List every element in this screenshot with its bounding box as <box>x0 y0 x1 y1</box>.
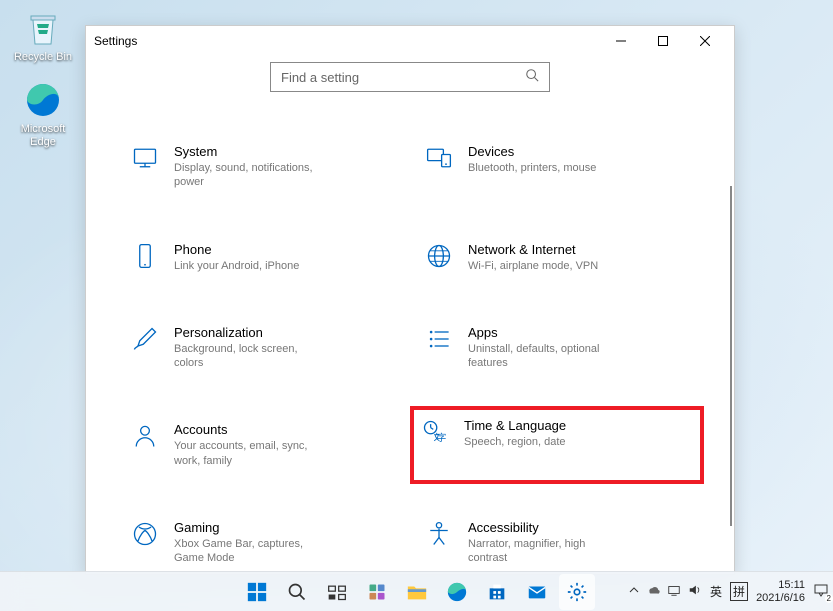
search-input[interactable] <box>281 70 525 85</box>
category-title: System <box>174 144 396 159</box>
category-accounts[interactable]: Accounts Your accounts, email, sync, work… <box>126 418 400 472</box>
category-description: Background, lock screen, colors <box>174 342 324 371</box>
category-title: Network & Internet <box>468 242 690 257</box>
category-description: Speech, region, date <box>464 435 614 449</box>
category-phone[interactable]: Phone Link your Android, iPhone <box>126 238 400 277</box>
timelang-icon: 字 <box>420 418 450 448</box>
start-button[interactable] <box>239 574 275 610</box>
svg-text:字: 字 <box>437 432 447 444</box>
accessibility-icon <box>424 520 454 550</box>
monitor-icon <box>130 144 160 174</box>
person-icon <box>130 422 160 452</box>
search-button[interactable] <box>279 574 315 610</box>
category-title: Time & Language <box>464 418 694 433</box>
close-button[interactable] <box>684 26 726 56</box>
taskbar-app-store[interactable] <box>479 574 515 610</box>
search-icon <box>525 68 539 87</box>
settings-window: Settings System Display, sound, notificat… <box>85 25 735 575</box>
category-accessibility[interactable]: Accessibility Narrator, magnifier, high c… <box>420 516 694 570</box>
desktop-icon-label: Recycle Bin <box>8 51 78 64</box>
apps-icon <box>424 325 454 355</box>
category-title: Devices <box>468 144 690 159</box>
xbox-icon <box>130 520 160 550</box>
notification-badge: 2 <box>825 594 833 603</box>
edge-icon <box>23 80 63 120</box>
recycle-bin-icon <box>23 8 63 48</box>
category-title: Gaming <box>174 520 396 535</box>
ime-language[interactable]: 英 <box>710 583 722 600</box>
taskbar-app-mail[interactable] <box>519 574 555 610</box>
ime-mode[interactable]: 拼 <box>730 582 748 601</box>
window-title: Settings <box>94 34 600 48</box>
category-personalization[interactable]: Personalization Background, lock screen, … <box>126 321 400 375</box>
category-system[interactable]: System Display, sound, notifications, pow… <box>126 140 400 194</box>
maximize-button[interactable] <box>642 26 684 56</box>
desktop-icon-label: Microsoft Edge <box>8 123 78 149</box>
category-description: Display, sound, notifications, power <box>174 161 324 190</box>
tray-onedrive-icon[interactable] <box>646 583 660 600</box>
category-description: Uninstall, defaults, optional features <box>468 342 618 371</box>
desktop-icon-edge[interactable]: Microsoft Edge <box>8 80 78 149</box>
category-gaming[interactable]: Gaming Xbox Game Bar, captures, Game Mode <box>126 516 400 570</box>
category-time-language[interactable]: 字 Time & Language Speech, region, date <box>410 406 704 484</box>
taskbar-app-explorer[interactable] <box>399 574 435 610</box>
taskbar: 英 拼 15:11 2021/6/16 2 <box>0 571 833 611</box>
category-description: Wi-Fi, airplane mode, VPN <box>468 259 618 273</box>
minimize-button[interactable] <box>600 26 642 56</box>
category-title: Phone <box>174 242 396 257</box>
devices-icon <box>424 144 454 174</box>
widgets-button[interactable] <box>359 574 395 610</box>
phone-icon <box>130 242 160 272</box>
globe-icon <box>424 242 454 272</box>
tray-chevron-up-icon[interactable] <box>629 585 639 598</box>
notification-center-icon[interactable]: 2 <box>813 582 829 601</box>
desktop-icon-recycle-bin[interactable]: Recycle Bin <box>8 8 78 64</box>
taskbar-app-edge[interactable] <box>439 574 475 610</box>
tray-network-icon[interactable] <box>667 583 681 600</box>
category-devices[interactable]: Devices Bluetooth, printers, mouse <box>420 140 694 194</box>
category-title: Apps <box>468 325 690 340</box>
taskbar-time: 15:11 <box>756 579 805 592</box>
category-description: Xbox Game Bar, captures, Game Mode <box>174 537 324 566</box>
category-apps[interactable]: Apps Uninstall, defaults, optional featur… <box>420 321 694 375</box>
scrollbar[interactable] <box>730 186 732 526</box>
taskbar-date: 2021/6/16 <box>756 592 805 605</box>
category-title: Personalization <box>174 325 396 340</box>
category-description: Bluetooth, printers, mouse <box>468 161 618 175</box>
brush-icon <box>130 325 160 355</box>
category-description: Narrator, magnifier, high contrast <box>468 537 618 566</box>
category-description: Link your Android, iPhone <box>174 259 324 273</box>
task-view-button[interactable] <box>319 574 355 610</box>
category-title: Accessibility <box>468 520 690 535</box>
search-box[interactable] <box>270 62 550 92</box>
titlebar[interactable]: Settings <box>86 26 734 56</box>
taskbar-clock[interactable]: 15:11 2021/6/16 <box>756 579 805 604</box>
taskbar-app-settings[interactable] <box>559 574 595 610</box>
category-network-internet[interactable]: Network & Internet Wi-Fi, airplane mode, … <box>420 238 694 277</box>
category-description: Your accounts, email, sync, work, family <box>174 439 324 468</box>
tray-volume-icon[interactable] <box>688 583 702 600</box>
category-title: Accounts <box>174 422 396 437</box>
